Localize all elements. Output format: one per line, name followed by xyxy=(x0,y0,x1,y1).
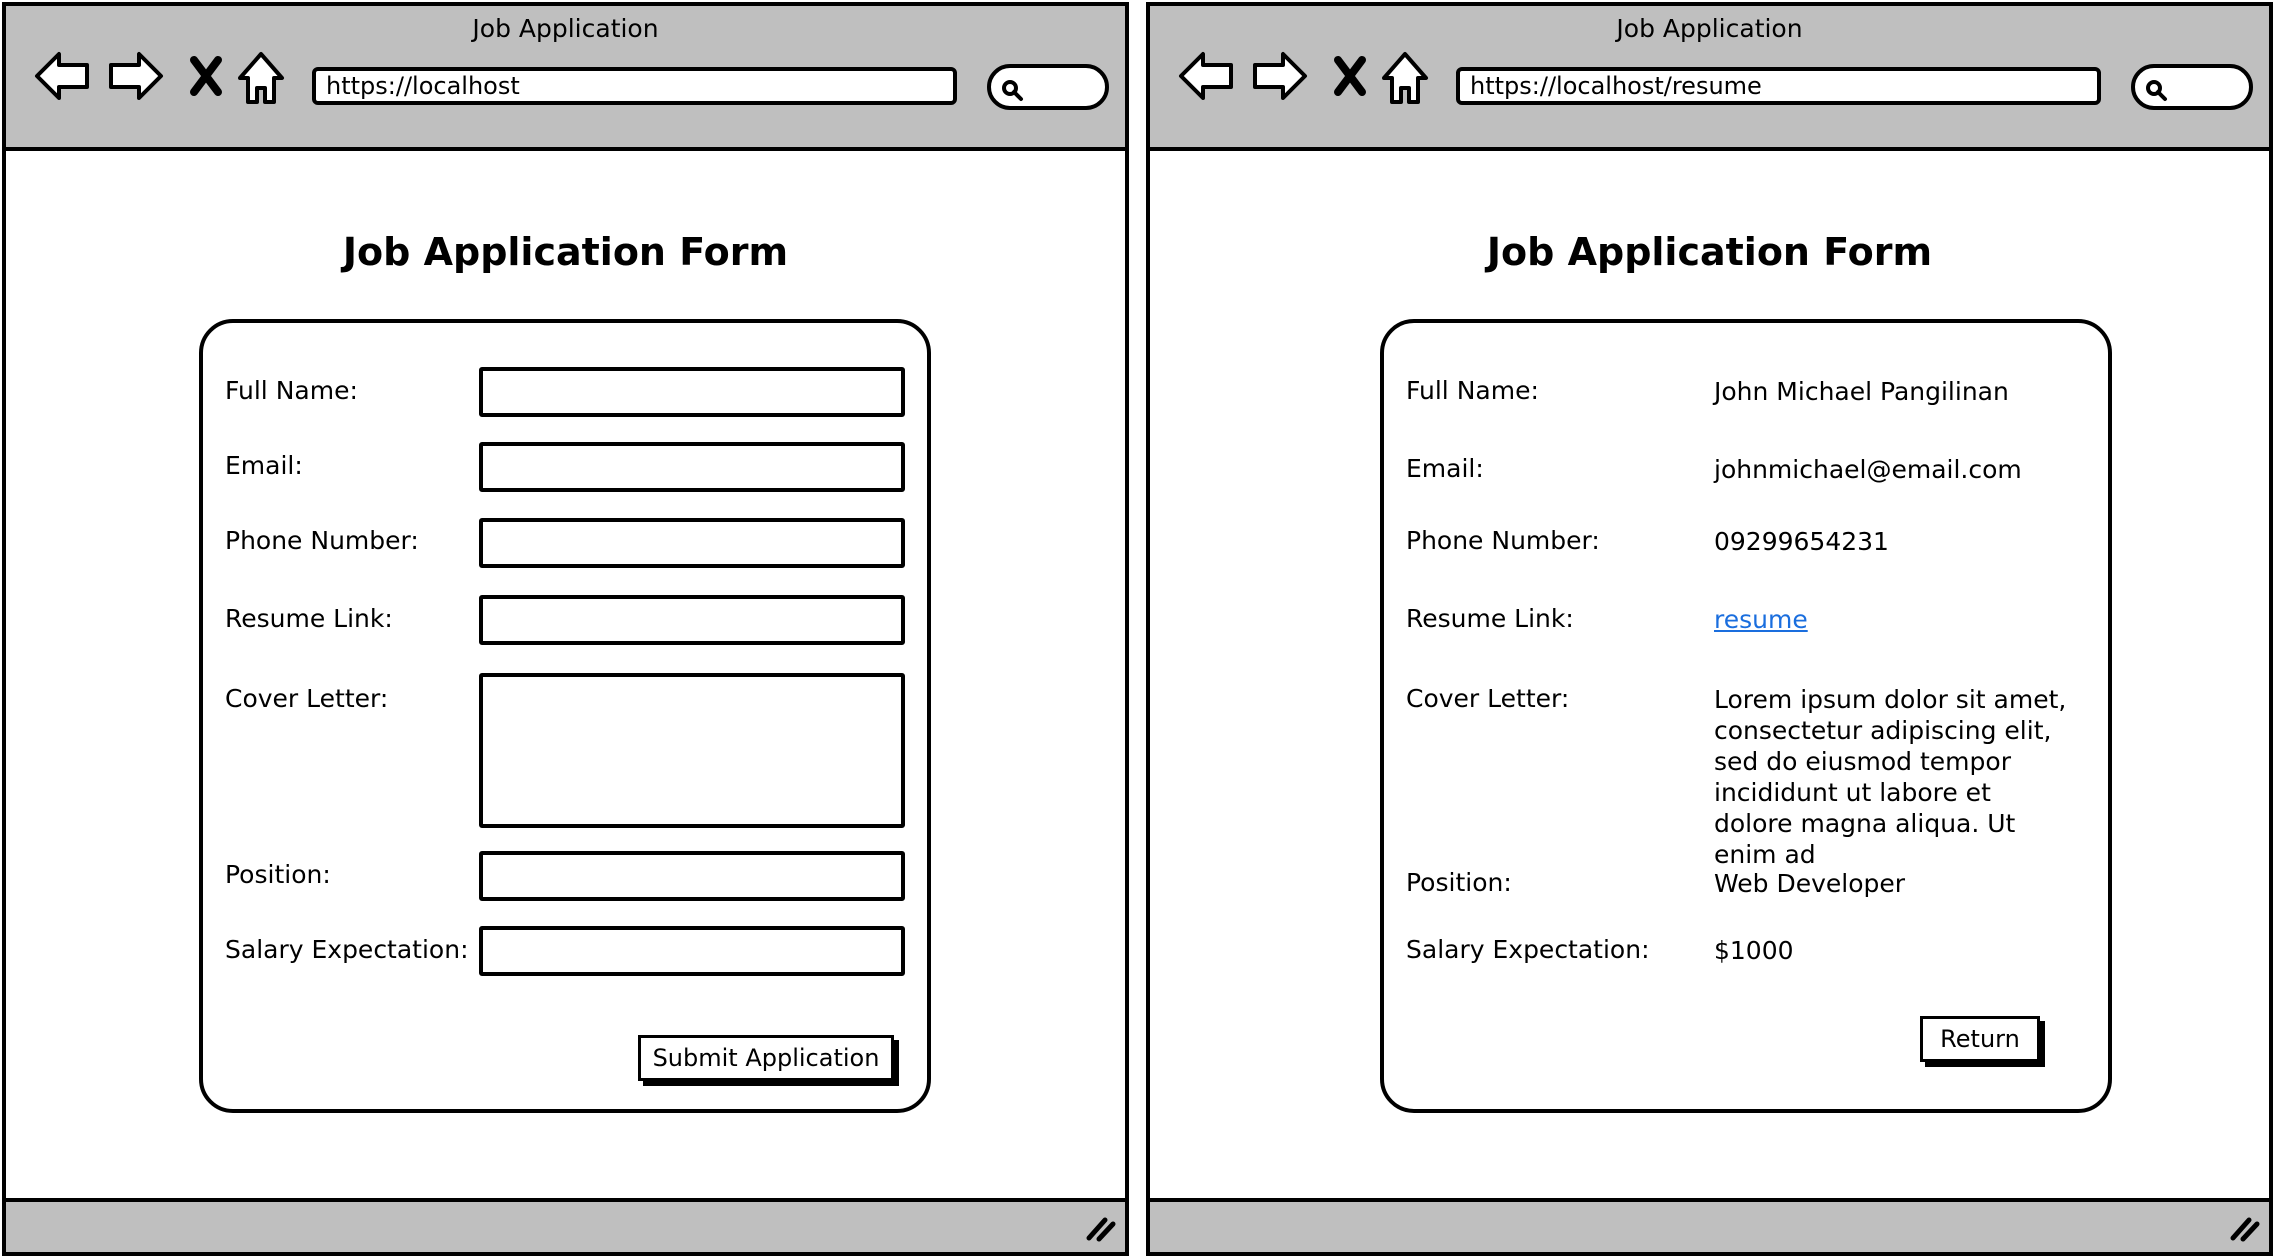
stop-icon[interactable] xyxy=(1330,48,1370,108)
status-bar xyxy=(1150,1198,2269,1252)
cover-letter-label: Cover Letter: xyxy=(225,684,389,713)
resize-grip-icon[interactable] xyxy=(1083,1212,1117,1246)
application-form: Full Name: Email: Phone Number: Resume L… xyxy=(199,319,931,1113)
cover-letter-textarea[interactable] xyxy=(479,673,905,828)
page-title: Job Application Form xyxy=(1486,230,1933,274)
resume-link-input[interactable] xyxy=(479,595,905,645)
browser-window-right: Job Application https://localhost/resume… xyxy=(1146,2,2273,1256)
search-icon xyxy=(1002,80,1023,101)
page-title: Job Application Form xyxy=(342,230,789,274)
email-value: johnmichael@email.com xyxy=(1714,455,2022,484)
status-bar xyxy=(6,1198,1125,1252)
resize-grip-icon[interactable] xyxy=(2227,1212,2261,1246)
search-box[interactable] xyxy=(987,64,1109,110)
email-label: Email: xyxy=(1406,454,1484,483)
full-name-value: John Michael Pangilinan xyxy=(1714,377,2009,406)
window-title: Job Application xyxy=(1616,14,1803,43)
phone-number-label: Phone Number: xyxy=(1406,526,1600,555)
position-input[interactable] xyxy=(479,851,905,901)
full-name-label: Full Name: xyxy=(225,376,358,405)
home-icon[interactable] xyxy=(236,48,286,112)
salary-expectation-label: Salary Expectation: xyxy=(225,935,469,964)
browser-toolbar: Job Application https://localhost xyxy=(6,6,1125,151)
position-label: Position: xyxy=(225,860,331,889)
position-value: Web Developer xyxy=(1714,869,1906,898)
forward-arrow-icon[interactable] xyxy=(1250,48,1310,108)
phone-number-label: Phone Number: xyxy=(225,526,419,555)
salary-expectation-label: Salary Expectation: xyxy=(1406,935,1650,964)
cover-letter-label: Cover Letter: xyxy=(1406,684,1570,713)
email-input[interactable] xyxy=(479,442,905,492)
salary-expectation-input[interactable] xyxy=(479,926,905,976)
address-bar[interactable]: https://localhost/resume xyxy=(1456,67,2101,105)
resume-link-label: Resume Link: xyxy=(225,604,393,633)
email-label: Email: xyxy=(225,451,303,480)
phone-number-input[interactable] xyxy=(479,518,905,568)
submit-application-button[interactable]: Submit Application xyxy=(638,1035,894,1081)
search-icon xyxy=(2146,80,2167,101)
address-bar[interactable]: https://localhost xyxy=(312,67,957,105)
salary-expectation-value: $1000 xyxy=(1714,936,1794,965)
back-arrow-icon[interactable] xyxy=(1176,48,1236,108)
forward-arrow-icon[interactable] xyxy=(106,48,166,108)
full-name-input[interactable] xyxy=(479,367,905,417)
window-title: Job Application xyxy=(472,14,659,43)
cover-letter-value: Lorem ipsum dolor sit amet, consectetur … xyxy=(1714,685,2067,869)
return-button[interactable]: Return xyxy=(1920,1016,2040,1062)
application-details: Full Name: John Michael Pangilinan Email… xyxy=(1380,319,2112,1113)
browser-window-left: Job Application https://localhost Job Ap… xyxy=(2,2,1129,1256)
stop-icon[interactable] xyxy=(186,48,226,108)
full-name-label: Full Name: xyxy=(1406,376,1539,405)
home-icon[interactable] xyxy=(1380,48,1430,112)
position-label: Position: xyxy=(1406,868,1512,897)
browser-toolbar: Job Application https://localhost/resume xyxy=(1150,6,2269,151)
resume-link[interactable]: resume xyxy=(1714,604,1808,635)
resume-link-label: Resume Link: xyxy=(1406,604,1574,633)
back-arrow-icon[interactable] xyxy=(32,48,92,108)
search-box[interactable] xyxy=(2131,64,2253,110)
phone-number-value: 09299654231 xyxy=(1714,527,1889,556)
